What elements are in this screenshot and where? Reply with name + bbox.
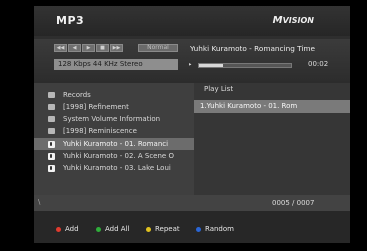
folder-icon xyxy=(48,92,55,99)
list-item-label: Yuhki Kuramoto - 01. Romanci xyxy=(63,140,169,148)
playlist-panel: Play List 1.Yuhki Kuramoto - 01. Rom xyxy=(194,83,350,211)
stop-icon[interactable]: ■ xyxy=(96,44,109,52)
blue-button-icon xyxy=(196,226,201,232)
action-legend: Add Add All Repeat Random xyxy=(34,211,350,243)
track-count: 0005 / 0007 xyxy=(272,199,315,207)
play-icon[interactable]: ▶▶ xyxy=(110,44,123,52)
random-label: Random xyxy=(205,225,234,233)
brand-name: VISION xyxy=(282,16,314,25)
list-item-label: System Volume Information xyxy=(63,115,161,123)
folder-icon xyxy=(48,104,55,111)
now-playing-title: Yuhki Kuramoto - Romancing Time xyxy=(190,44,316,53)
music-file-icon xyxy=(48,140,55,148)
play-mode-button[interactable]: Normal xyxy=(138,44,178,52)
folder-icon xyxy=(48,116,55,123)
mp3-player-window: MP3 MVISION ◀◀ ◀ ▶ ■ ▶▶ Normal 128 Kbps … xyxy=(34,6,350,243)
playlist-item[interactable]: 1.Yuhki Kuramoto - 01. Rom xyxy=(194,100,350,113)
list-item[interactable]: System Volume Information xyxy=(34,113,194,125)
yellow-button-icon xyxy=(146,226,151,232)
add-all-label: Add All xyxy=(105,225,130,233)
red-button-icon xyxy=(56,226,61,232)
status-bar: \ 0005 / 0007 xyxy=(34,195,350,211)
repeat-action[interactable]: Repeat xyxy=(146,225,180,233)
add-action[interactable]: Add xyxy=(56,225,79,233)
progress-fill xyxy=(199,64,223,67)
list-item[interactable]: [1998] Reminiscence xyxy=(34,125,194,137)
speaker-icon: ‣ xyxy=(188,61,193,69)
title-bar: MP3 MVISION xyxy=(34,6,350,36)
music-file-icon xyxy=(48,164,55,172)
list-item-selected[interactable]: Yuhki Kuramoto - 01. Romanci xyxy=(34,138,194,150)
list-item[interactable]: Records xyxy=(34,89,194,101)
playback-controls: ◀◀ ◀ ▶ ■ ▶▶ xyxy=(54,44,123,52)
file-browser: Records [1998] Refinement System Volume … xyxy=(34,83,194,211)
brand-prefix: M xyxy=(272,15,283,26)
random-action[interactable]: Random xyxy=(196,225,234,233)
list-item-label: Records xyxy=(63,91,91,99)
green-button-icon xyxy=(96,226,101,232)
list-item[interactable]: Yuhki Kuramoto - 02. A Scene O xyxy=(34,150,194,162)
add-label: Add xyxy=(65,225,79,233)
skip-back-icon[interactable]: ◀◀ xyxy=(54,44,67,52)
list-item[interactable]: Yuhki Kuramoto - 03. Lake Loui xyxy=(34,162,194,174)
bitrate-info: 128 Kbps 44 KHz Stereo xyxy=(54,59,178,70)
progress-bar[interactable] xyxy=(198,63,292,68)
repeat-label: Repeat xyxy=(155,225,180,233)
list-item[interactable]: [1998] Refinement xyxy=(34,101,194,113)
rewind-icon[interactable]: ◀ xyxy=(68,44,81,52)
fast-forward-icon[interactable]: ▶ xyxy=(82,44,95,52)
list-item-label: [1998] Reminiscence xyxy=(63,127,137,135)
music-file-icon xyxy=(48,152,55,160)
add-all-action[interactable]: Add All xyxy=(96,225,129,233)
status-path: \ xyxy=(38,198,41,206)
brand-logo: MVISION xyxy=(273,15,314,26)
elapsed-time: 00:02 xyxy=(308,60,329,68)
page-title: MP3 xyxy=(56,14,85,27)
list-item-label: Yuhki Kuramoto - 03. Lake Loui xyxy=(63,164,171,172)
list-item-label: [1998] Refinement xyxy=(63,103,129,111)
list-item-label: Yuhki Kuramoto - 02. A Scene O xyxy=(63,152,174,160)
folder-icon xyxy=(48,128,55,135)
playlist-header: Play List xyxy=(204,85,234,93)
